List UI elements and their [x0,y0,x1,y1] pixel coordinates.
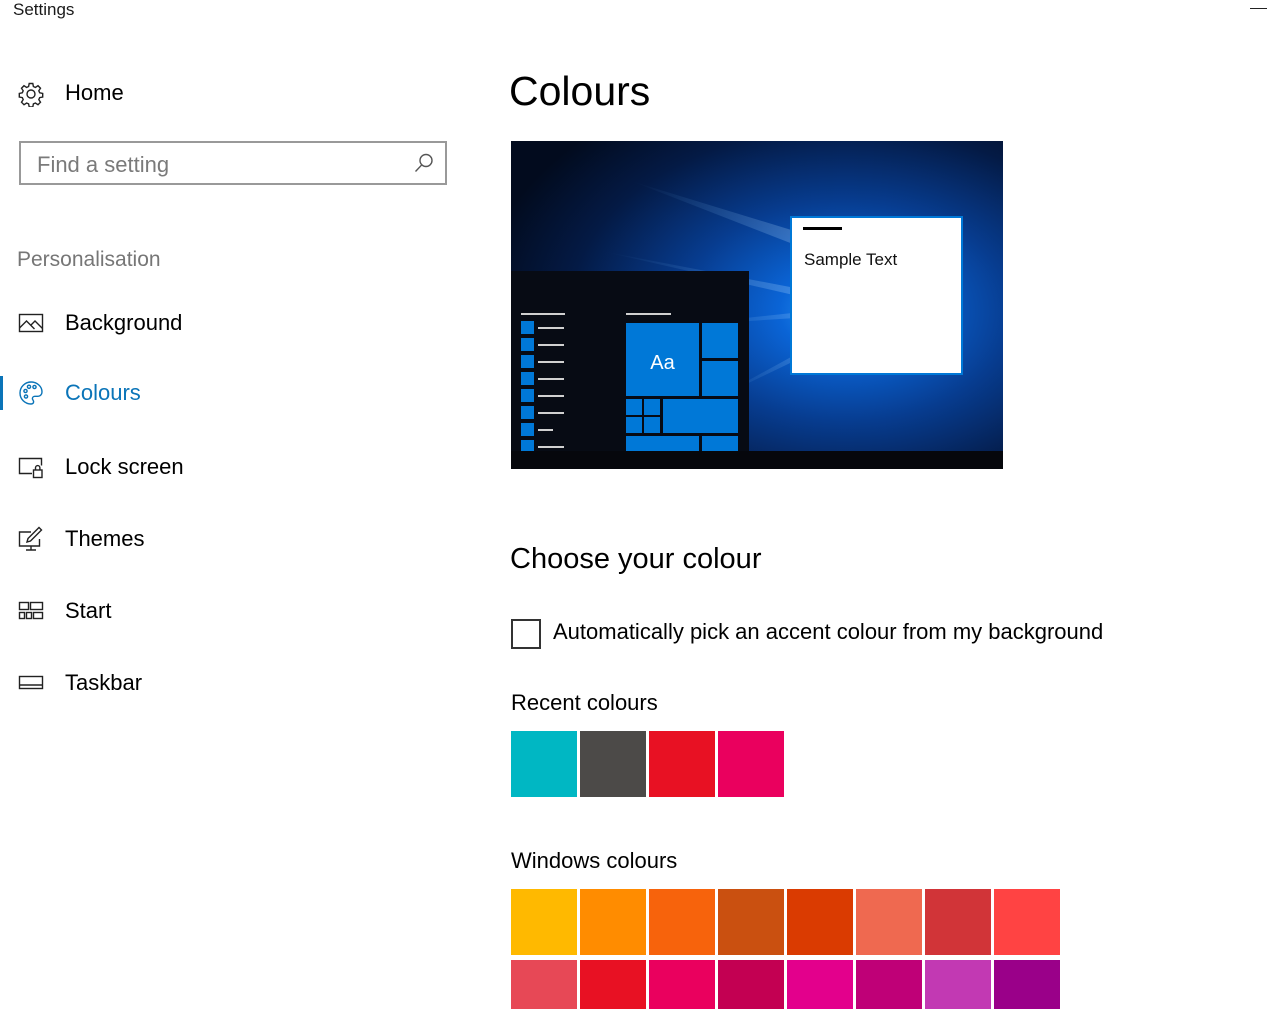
colour-swatch[interactable] [925,960,991,1009]
home-nav-item[interactable]: Home [18,78,124,110]
sidebar-item-taskbar[interactable]: Taskbar [0,664,460,704]
sidebar-item-start[interactable]: Start [0,592,460,632]
preview-image: Aa Sample Text [511,141,1003,469]
search-icon[interactable] [413,152,435,174]
colour-swatch[interactable] [856,960,922,1009]
colour-swatch[interactable] [649,889,715,955]
preview-sample-text: Sample Text [804,250,898,269]
choose-colour-heading: Choose your colour [510,543,762,575]
windows-colours-heading: Windows colours [511,848,678,873]
sidebar-item-label: Background [65,310,183,335]
colour-swatch[interactable] [718,889,784,955]
colour-swatch[interactable] [649,731,715,797]
sidebar-item-label: Colours [65,380,141,405]
picture-icon [18,313,44,333]
colour-swatch[interactable] [511,889,577,955]
search-input[interactable]: Find a setting [19,141,447,185]
sidebar-item-label: Lock screen [65,454,184,479]
gear-icon [18,82,44,107]
colour-swatch[interactable] [787,889,853,955]
section-header: Personalisation [17,248,161,271]
colour-swatch[interactable] [511,960,577,1009]
colour-swatch[interactable] [580,960,646,1009]
sidebar-item-label: Themes [65,526,145,551]
selection-indicator [0,376,3,410]
sidebar-item-label: Taskbar [65,670,143,695]
window-title: Settings [13,0,75,19]
sidebar-item-themes[interactable]: Themes [0,520,460,560]
auto-pick-label[interactable]: Automatically pick an accent colour from… [553,619,1103,645]
colour-swatch[interactable] [649,960,715,1009]
home-label: Home [65,80,124,105]
lock-screen-icon [18,457,43,479]
minimize-button[interactable] [1250,8,1267,9]
windows-colours-grid-row1 [511,889,1060,955]
colour-swatch[interactable] [856,889,922,955]
colour-swatch[interactable] [994,960,1060,1009]
recent-colours-heading: Recent colours [511,690,658,715]
palette-icon [19,381,43,405]
colour-swatch[interactable] [787,960,853,1009]
page-title: Colours [509,68,651,114]
search-placeholder: Find a setting [37,152,170,177]
sidebar-item-label: Start [65,598,112,623]
sidebar-item-colours[interactable]: Colours [0,374,460,414]
auto-pick-checkbox[interactable] [511,619,541,649]
sidebar-item-lock-screen[interactable]: Lock screen [0,448,460,488]
colour-swatch[interactable] [718,731,784,797]
taskbar-icon [18,675,44,690]
colour-preview: Aa Sample Text [511,141,1003,469]
start-icon [18,601,44,620]
colour-swatch[interactable] [994,889,1060,955]
colour-swatch[interactable] [511,731,577,797]
preview-tile-text: Aa [650,352,675,374]
colour-swatch[interactable] [925,889,991,955]
windows-colours-grid-row2 [511,960,1060,1009]
themes-icon [18,526,43,551]
sidebar-item-background[interactable]: Background [0,304,460,344]
colour-swatch[interactable] [580,731,646,797]
recent-colours-grid [511,731,1060,797]
colour-swatch[interactable] [718,960,784,1009]
colour-swatch[interactable] [580,889,646,955]
